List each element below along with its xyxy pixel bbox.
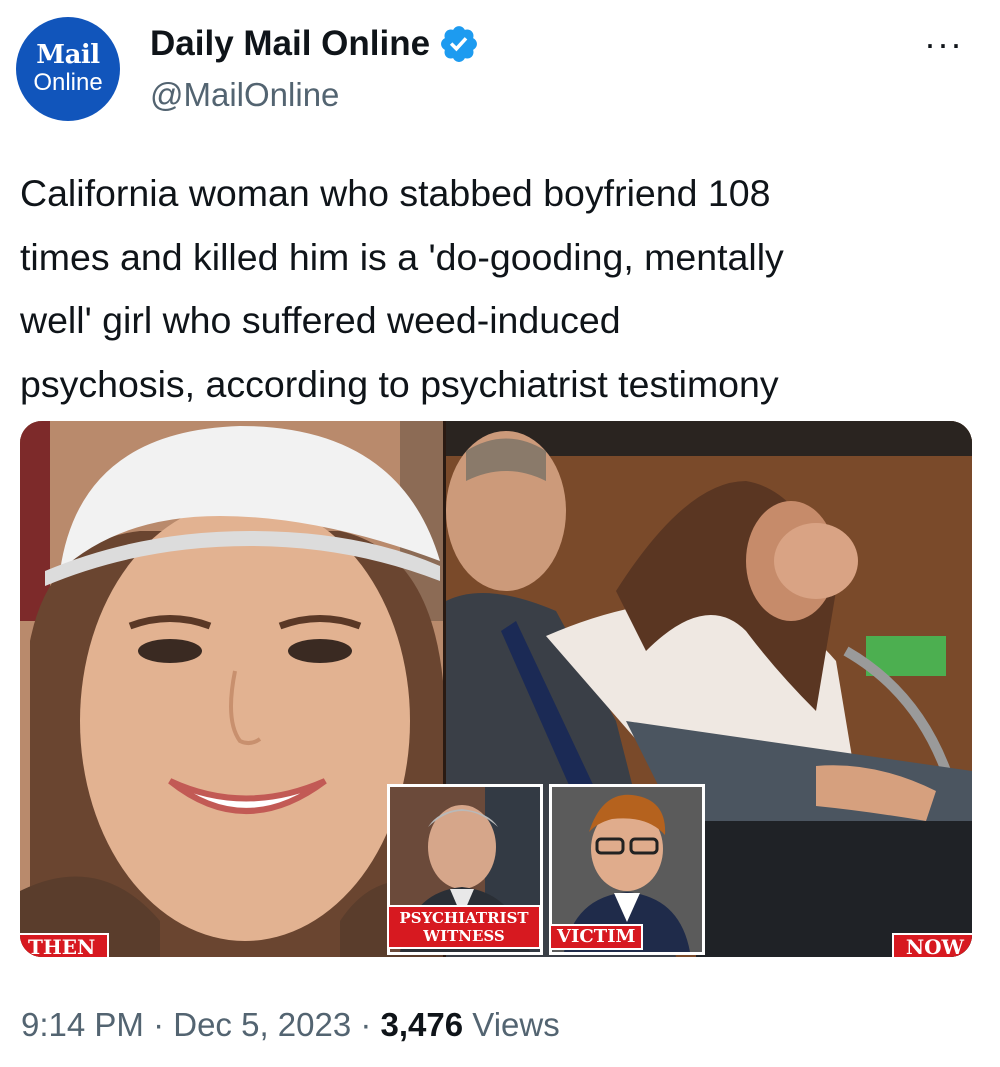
avatar[interactable]: Mail Online <box>16 17 120 121</box>
verified-badge-icon[interactable] <box>438 23 480 65</box>
meta-separator-1: · <box>143 1006 174 1043</box>
woman-selfie-illustration <box>20 421 443 957</box>
author-name-row: Daily Mail Online <box>150 22 480 66</box>
avatar-logo-line1: Mail <box>36 40 100 70</box>
psychiatrist-witness-label: PSYCHIATRIST WITNESS <box>387 905 541 949</box>
avatar-logo-line2: Online <box>33 69 103 96</box>
now-label: NOW <box>891 933 972 957</box>
more-options-icon[interactable]: ··· <box>924 26 963 62</box>
tweet-date[interactable]: Dec 5, 2023 <box>173 1006 351 1043</box>
handle[interactable]: @MailOnline <box>150 74 339 116</box>
then-label: THEN <box>20 933 110 957</box>
meta-separator-2: · <box>351 1006 381 1043</box>
then-photo <box>20 421 443 957</box>
tweet-text: California woman who stabbed boyfriend 1… <box>20 172 784 405</box>
views-count: 3,476 <box>380 1006 464 1043</box>
display-name[interactable]: Daily Mail Online <box>150 22 430 66</box>
views-label: Views <box>472 1006 560 1043</box>
tweet-metadata: 9:14 PM · Dec 5, 2023 · 3,476 Views <box>21 1003 560 1047</box>
victim-label: VICTIM <box>549 924 644 950</box>
tweet-time[interactable]: 9:14 PM <box>21 1006 144 1043</box>
tweet-image[interactable]: THEN PSYCHIATRIST WITNESS VICTIM NOW <box>20 421 972 957</box>
